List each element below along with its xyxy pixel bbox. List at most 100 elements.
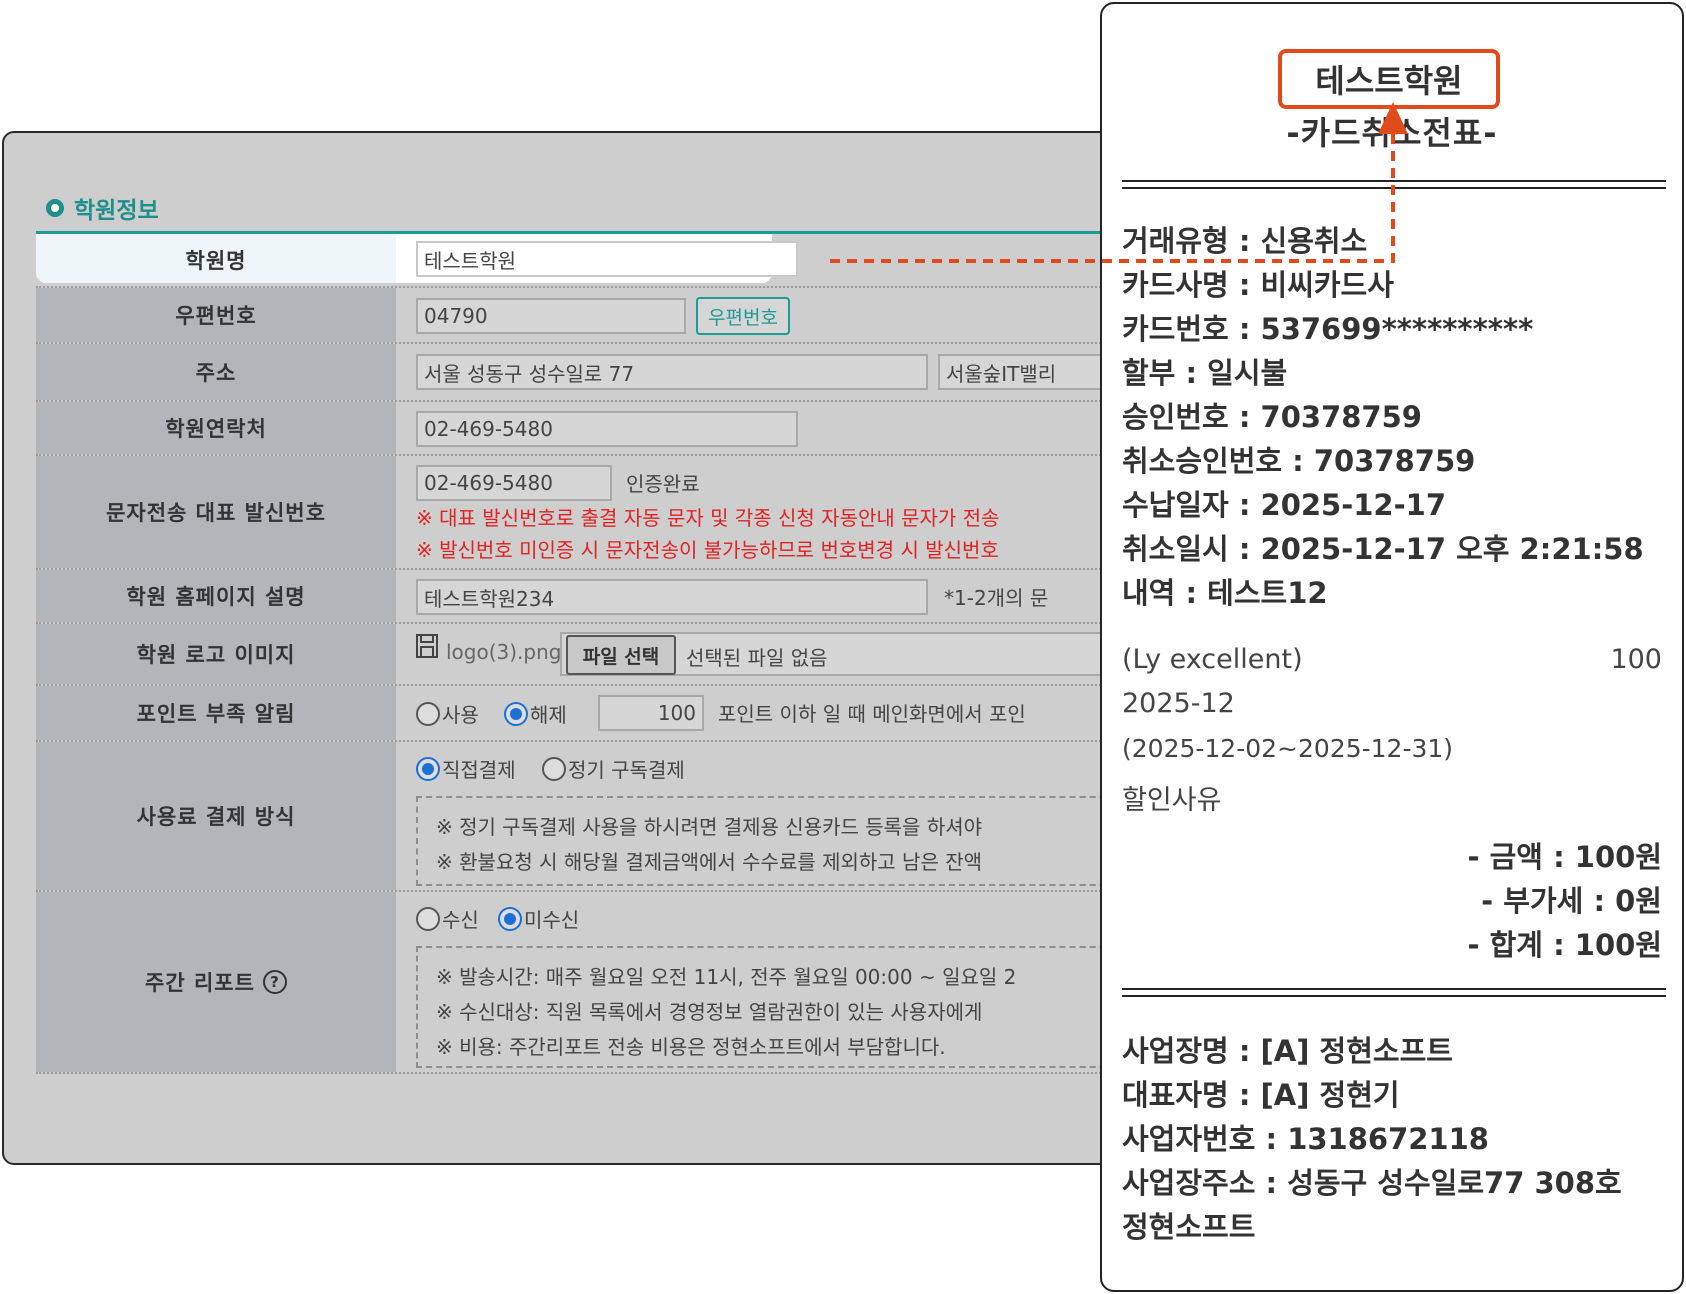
row-value: 테스트학원234 *1-2개의 문	[396, 570, 1120, 622]
row-label: 학원연락처	[36, 402, 396, 454]
radio-label: 해제	[530, 703, 567, 727]
point-threshold-input[interactable]: 100	[598, 695, 704, 731]
point-alert-desc: 포인트 이하 일 때 메인화면에서 포인	[718, 702, 1026, 726]
row-point-alert: 포인트 부족 알림 사용 해제 100 포인트 이하 일 때 메인화면에서 포인	[36, 686, 1120, 742]
weekly-no-receive-option[interactable]: 미수신	[498, 904, 579, 933]
receipt-item-amount: 100	[1610, 644, 1662, 675]
card-cancel-receipt: 테스트학원 -카드취소전표- 거래유형 : 신용취소 카드사명 : 비씨카드사 …	[1100, 2, 1684, 1292]
receipt-line: 거래유형 : 신용취소	[1122, 224, 1368, 258]
receipt-biz-line: 사업장명 : [A] 정현소프트	[1122, 1034, 1453, 1068]
academy-name-input[interactable]: 테스트학원	[416, 241, 798, 277]
receipt-line: 카드번호 : 537699**********	[1122, 312, 1534, 346]
homepage-desc-hint: *1-2개의 문	[944, 586, 1049, 610]
file-select-button[interactable]: 파일 선택	[566, 635, 676, 675]
radio-label: 직접결제	[442, 758, 516, 782]
row-label-text: 주간 리포트	[145, 971, 255, 995]
row-label: 주소	[36, 344, 396, 400]
radio-checked-icon[interactable]	[416, 756, 440, 781]
row-academy-name: 학원명 테스트학원	[36, 234, 1120, 286]
phone-input[interactable]: 02-469-5480	[416, 411, 798, 447]
floppy-disk-icon	[416, 634, 438, 662]
payment-notice-box: ※ 정기 구독결제 사용을 하시려면 결제용 신용카드 등록을 하셔야 ※ 환불…	[416, 796, 1120, 886]
help-icon[interactable]: ?	[262, 970, 287, 994]
receipt-item-period: (2025-12-02~2025-12-31)	[1122, 734, 1454, 763]
weekly-notice-3: ※ 비용: 주간리포트 전송 비용은 정현소프트에서 부담합니다.	[436, 1035, 946, 1059]
row-label: 주간 리포트 ?	[36, 892, 396, 1072]
row-label: 학원 홈페이지 설명	[36, 570, 396, 622]
receipt-biz-line: 사업장주소 : 성동구 성수일로77 308호	[1122, 1166, 1622, 1200]
receipt-subtitle: -카드취소전표-	[1286, 114, 1498, 152]
receipt-line: 카드사명 : 비씨카드사	[1122, 268, 1394, 302]
receipt-line: 승인번호 : 70378759	[1122, 400, 1422, 434]
radio-unchecked-icon[interactable]	[416, 701, 440, 726]
radio-checked-icon[interactable]	[498, 906, 522, 931]
zipcode-input[interactable]: 04790	[416, 298, 686, 334]
receipt-discount-reason: 할인사유	[1122, 785, 1222, 816]
receipt-line: 취소승인번호 : 70378759	[1122, 444, 1476, 478]
weekly-notice-1: ※ 발송시간: 매주 월요일 오전 11시, 전주 월요일 00:00 ~ 일요…	[436, 965, 1017, 989]
receipt-biz-line: 사업자번호 : 1318672118	[1122, 1122, 1489, 1156]
receipt-academy-name: 테스트학원	[1278, 49, 1500, 109]
sms-sender-input[interactable]: 02-469-5480	[416, 465, 612, 501]
weekly-notice-2: ※ 수신대상: 직원 목록에서 경영정보 열람권한이 있는 사용자에게	[436, 1000, 983, 1024]
zipcode-search-button[interactable]: 우편번호	[696, 297, 790, 335]
radio-unchecked-icon[interactable]	[542, 756, 566, 781]
payment-direct-option[interactable]: 직접결제	[416, 754, 516, 783]
row-value: logo(3).png 파일 선택 선택된 파일 없음	[396, 624, 1120, 684]
row-sms-sender: 문자전송 대표 발신번호 02-469-5480 인증완료 ※ 대표 발신번호로…	[36, 456, 1120, 570]
row-value: 04790 우편번호	[396, 288, 1120, 342]
academy-settings-window: 학원정보 학원명 테스트학원 우편번호 04790 우편번호 주소 서울 성동구…	[2, 131, 1122, 1165]
receipt-line: 할부 : 일시불	[1122, 356, 1288, 390]
section-title: 학원정보	[46, 193, 159, 224]
row-value: 직접결제 정기 구독결제 ※ 정기 구독결제 사용을 하시려면 결제용 신용카드…	[396, 742, 1120, 890]
radio-label: 수신	[442, 908, 479, 932]
radio-label: 정기 구독결제	[568, 758, 685, 782]
row-value: 02-469-5480 인증완료 ※ 대표 발신번호로 출결 자동 문자 및 각…	[396, 456, 1120, 568]
receipt-biz-line: 대표자명 : [A] 정현기	[1122, 1078, 1400, 1112]
section-title-text: 학원정보	[74, 198, 159, 224]
row-label: 사용료 결제 방식	[36, 742, 396, 890]
row-logo-image: 학원 로고 이미지 logo(3).png 파일 선택 선택된 파일 없음	[36, 624, 1120, 686]
receipt-total: - 합계 : 100원	[1467, 928, 1663, 962]
row-label: 학원명	[185, 249, 247, 273]
receipt-item-month: 2025-12	[1122, 688, 1235, 719]
weekly-receive-option[interactable]: 수신	[416, 904, 479, 933]
row-label: 우편번호	[36, 288, 396, 342]
sms-warning-2: ※ 발신번호 미인증 시 문자전송이 불가능하므로 번호변경 시 발신번호	[416, 538, 999, 562]
receipt-line: 취소일시 : 2025-12-17 오후 2:21:58	[1122, 532, 1644, 566]
address-detail-input[interactable]: 서울숲IT밸리	[938, 354, 1120, 390]
row-value: 02-469-5480	[396, 402, 1120, 454]
circle-bullet-icon	[46, 199, 64, 217]
receipt-biz-line: 정현소프트	[1122, 1210, 1256, 1244]
row-label: 문자전송 대표 발신번호	[36, 456, 396, 568]
radio-checked-icon[interactable]	[504, 701, 528, 726]
academy-info-form: 학원명 테스트학원 우편번호 04790 우편번호 주소 서울 성동구 성수일로…	[36, 231, 1120, 1074]
receipt-line: 내역 : 테스트12	[1122, 576, 1328, 610]
receipt-item-name: (Ly excellent)	[1122, 644, 1303, 675]
payment-notice-2: ※ 환불요청 시 해당월 결제금액에서 수수료를 제외하고 남은 잔액	[436, 850, 983, 874]
logo-filename-link[interactable]: logo(3).png	[446, 640, 561, 664]
payment-subscription-option[interactable]: 정기 구독결제	[542, 754, 685, 783]
row-homepage-desc: 학원 홈페이지 설명 테스트학원234 *1-2개의 문	[36, 570, 1120, 624]
row-value: 사용 해제 100 포인트 이하 일 때 메인화면에서 포인	[396, 686, 1120, 740]
payment-notice-1: ※ 정기 구독결제 사용을 하시려면 결제용 신용카드 등록을 하셔야	[436, 815, 983, 839]
row-weekly-report: 주간 리포트 ? 수신 미수신 ※ 발송시간: 매주 월요일 오전 11시, 전…	[36, 892, 1120, 1074]
address-input[interactable]: 서울 성동구 성수일로 77	[416, 354, 928, 390]
row-label: 포인트 부족 알림	[36, 686, 396, 740]
point-alert-on-option[interactable]: 사용	[416, 699, 479, 728]
point-alert-off-option[interactable]: 해제	[504, 699, 567, 728]
sms-verify-status: 인증완료	[626, 472, 700, 496]
file-status: 선택된 파일 없음	[686, 646, 828, 670]
weekly-notice-box: ※ 발송시간: 매주 월요일 오전 11시, 전주 월요일 00:00 ~ 일요…	[416, 946, 1120, 1068]
row-phone: 학원연락처 02-469-5480	[36, 402, 1120, 456]
receipt-divider	[1122, 988, 1666, 997]
receipt-line: 수납일자 : 2025-12-17	[1122, 488, 1447, 522]
homepage-desc-input[interactable]: 테스트학원234	[416, 579, 928, 615]
receipt-amount: - 금액 : 100원	[1467, 840, 1663, 874]
receipt-divider	[1122, 180, 1666, 189]
radio-unchecked-icon[interactable]	[416, 906, 440, 931]
row-label: 학원 로고 이미지	[36, 624, 396, 684]
row-zipcode: 우편번호 04790 우편번호	[36, 288, 1120, 344]
row-value: 수신 미수신 ※ 발송시간: 매주 월요일 오전 11시, 전주 월요일 00:…	[396, 892, 1120, 1072]
row-value: 테스트학원	[396, 234, 1120, 286]
